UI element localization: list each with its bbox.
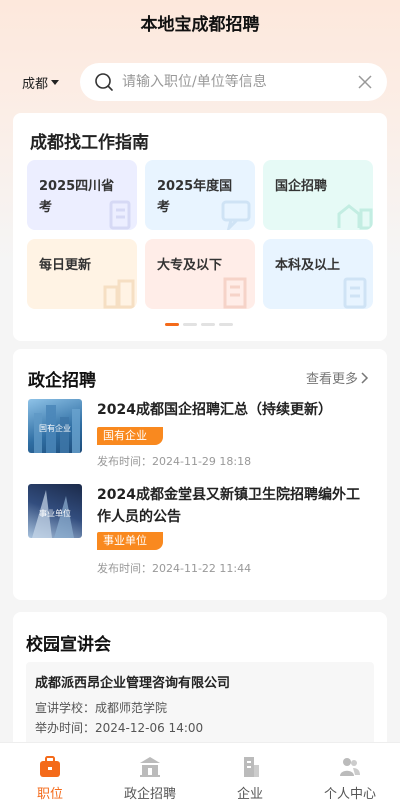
search-input[interactable] xyxy=(122,74,357,90)
tab-label: 职位 xyxy=(36,787,63,802)
category-tag: 事业单位 xyxy=(97,532,163,550)
carousel-dot[interactable] xyxy=(219,323,233,326)
city-selector[interactable]: 成都 xyxy=(0,73,72,92)
thumbnail-caption: 事业单位 xyxy=(39,509,71,518)
office-building-icon xyxy=(244,757,259,777)
news-title: 2024成都国企招聘汇总（持续更新） xyxy=(97,402,332,418)
tab-companies[interactable]: 企业 xyxy=(200,743,300,806)
caret-down-icon xyxy=(51,80,60,85)
gov-recruitment-card: 政企招聘 查看更多 国有企业 2024成都国企招聘汇总（持续更新） 国有企业 发… xyxy=(13,349,387,600)
publish-time: 发布时间：2024-11-22 11:44 xyxy=(97,562,252,575)
guide-tile-junior-college[interactable]: 大专及以下 xyxy=(145,239,255,309)
carousel-dot[interactable] xyxy=(183,323,197,326)
tab-label: 企业 xyxy=(236,787,263,802)
publish-time: 发布时间：2024-11-29 18:18 xyxy=(97,455,252,468)
carousel-dot-active[interactable] xyxy=(165,323,179,326)
company-name: 成都派西昂企业管理咨询有限公司 xyxy=(35,676,231,691)
tile-label: 本科及以上 xyxy=(275,258,341,273)
tile-label: 国企招聘 xyxy=(275,179,328,194)
chevron-right-icon xyxy=(361,371,369,384)
section-title: 政企招聘 xyxy=(28,371,96,391)
carousel-indicator xyxy=(165,323,233,326)
guide-tile-sichuan-exam[interactable]: 2025四川省考 xyxy=(27,160,137,230)
tab-label: 政企招聘 xyxy=(123,787,176,802)
guide-title: 成都找工作指南 xyxy=(30,133,149,153)
buildings-icon xyxy=(103,279,135,309)
news-thumbnail: 国有企业 xyxy=(28,399,82,453)
guide-tile-daily[interactable]: 每日更新 xyxy=(27,239,137,309)
buildings-icon xyxy=(337,204,373,230)
search-box[interactable] xyxy=(80,63,387,101)
search-row: 成都 xyxy=(0,62,400,102)
guide-tile-national-exam[interactable]: 2025年度国考 xyxy=(145,160,255,230)
page-title: 本地宝成都招聘 xyxy=(140,14,260,35)
tile-label: 每日更新 xyxy=(39,258,92,273)
tile-label: 大专及以下 xyxy=(157,258,223,273)
government-building-icon xyxy=(140,757,160,777)
news-item[interactable]: 事业单位 2024成都金堂县又新镇卫生院招聘编外工作人员的公告 事业单位 发布时… xyxy=(28,484,373,575)
tab-label: 个人中心 xyxy=(323,787,376,802)
guide-tile-soe[interactable]: 国企招聘 xyxy=(263,160,373,230)
tab-gov-recruitment[interactable]: 政企招聘 xyxy=(100,743,200,806)
thumbnail-caption: 国有企业 xyxy=(39,424,71,433)
view-more-label: 查看更多 xyxy=(305,372,358,387)
search-icon xyxy=(95,73,113,91)
clear-icon[interactable] xyxy=(357,74,373,90)
news-item[interactable]: 国有企业 2024成都国企招聘汇总（持续更新） 国有企业 发布时间：2024-1… xyxy=(28,399,373,489)
lecture-school: 宣讲学校：成都师范学院 xyxy=(35,701,168,715)
app-header: 本地宝成都招聘 xyxy=(0,0,400,44)
job-guide-card: 成都找工作指南 2025四川省考 2025年度国考 国企招聘 每日更新 大专及以… xyxy=(13,113,387,341)
chat-icon xyxy=(221,200,251,230)
tab-profile[interactable]: 个人中心 xyxy=(300,743,400,806)
briefcase-icon xyxy=(40,756,60,777)
tab-jobs[interactable]: 职位 xyxy=(0,743,100,806)
carousel-dot[interactable] xyxy=(201,323,215,326)
user-group-icon xyxy=(340,758,360,776)
document-icon xyxy=(343,277,367,309)
lecture-time: 举办时间：2024-12-06 14:00 xyxy=(35,721,204,735)
document-icon xyxy=(109,200,131,230)
city-label: 成都 xyxy=(22,76,49,92)
news-title: 2024成都金堂县又新镇卫生院招聘编外工作人员的公告 xyxy=(97,487,360,525)
guide-tile-bachelor[interactable]: 本科及以上 xyxy=(263,239,373,309)
view-more-link[interactable]: 查看更多 xyxy=(306,368,369,387)
news-thumbnail: 事业单位 xyxy=(28,484,82,538)
section-title: 校园宣讲会 xyxy=(26,635,111,655)
category-tag: 国有企业 xyxy=(97,427,163,445)
building-icon xyxy=(223,277,247,309)
bottom-tab-bar: 职位 政企招聘 企业 个人中心 xyxy=(0,742,400,806)
